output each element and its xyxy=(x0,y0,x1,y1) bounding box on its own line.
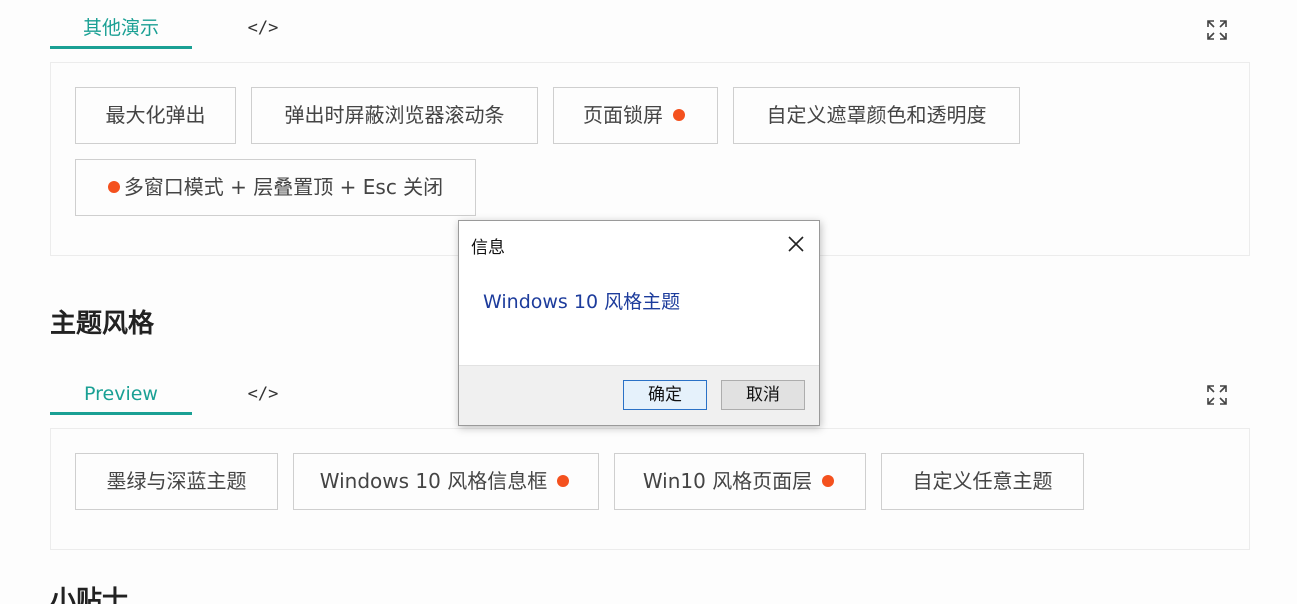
win10-msgbox-button[interactable]: Windows 10 风格信息框 xyxy=(293,453,599,510)
button-label: 墨绿与深蓝主题 xyxy=(106,469,247,493)
section-heading-tips: 小贴士 xyxy=(50,586,129,604)
dialog-footer: 确定 取消 xyxy=(459,365,819,425)
green-blue-theme-button[interactable]: 墨绿与深蓝主题 xyxy=(75,453,278,510)
dot-indicator xyxy=(557,475,570,487)
tab-preview[interactable]: Preview xyxy=(50,379,192,415)
page: 其他演示 </> 最大化弹出 弹出时屏蔽浏览器滚动条 页面锁屏 自定义遮罩颜色和… xyxy=(0,0,1297,604)
button-label: 多窗口模式 + 层叠置顶 + Esc 关闭 xyxy=(123,175,444,199)
fullscreen-icon[interactable] xyxy=(1206,384,1228,406)
maximize-popup-button[interactable]: 最大化弹出 xyxy=(75,87,236,144)
button-label: 自定义任意主题 xyxy=(912,469,1053,493)
tab-other-demos[interactable]: 其他演示 xyxy=(50,13,192,49)
custom-mask-button[interactable]: 自定义遮罩颜色和透明度 xyxy=(733,87,1020,144)
cancel-button[interactable]: 取消 xyxy=(721,380,805,410)
ok-button[interactable]: 确定 xyxy=(623,380,707,410)
tab-code-2[interactable]: </> xyxy=(192,379,334,412)
button-label: 自定义遮罩颜色和透明度 xyxy=(766,103,987,127)
dot-indicator xyxy=(822,475,835,487)
dialog-message: Windows 10 风格主题 xyxy=(483,291,681,313)
fullscreen-icon[interactable] xyxy=(1206,19,1228,41)
button-label: Win10 风格页面层 xyxy=(642,469,813,493)
multi-window-button[interactable]: 多窗口模式 + 层叠置顶 + Esc 关闭 xyxy=(75,159,476,216)
custom-theme-button[interactable]: 自定义任意主题 xyxy=(881,453,1084,510)
block-scrollbar-button[interactable]: 弹出时屏蔽浏览器滚动条 xyxy=(251,87,538,144)
win10-dialog: 信息 Windows 10 风格主题 确定 取消 xyxy=(458,220,820,426)
button-label: Windows 10 风格信息框 xyxy=(319,469,548,493)
tab-code-1[interactable]: </> xyxy=(192,13,334,46)
button-label: 最大化弹出 xyxy=(105,103,206,127)
button-label: 页面锁屏 xyxy=(583,103,663,127)
dialog-title: 信息 xyxy=(471,238,505,258)
win10-page-layer-button[interactable]: Win10 风格页面层 xyxy=(614,453,866,510)
button-label: 弹出时屏蔽浏览器滚动条 xyxy=(284,103,505,127)
lock-screen-button[interactable]: 页面锁屏 xyxy=(553,87,718,144)
dot-indicator xyxy=(107,181,120,193)
section-heading-theme: 主题风格 xyxy=(50,309,155,339)
dot-indicator xyxy=(673,109,685,121)
close-icon[interactable] xyxy=(785,233,807,255)
demo-tabbar-1: 其他演示 </> xyxy=(50,13,1250,49)
